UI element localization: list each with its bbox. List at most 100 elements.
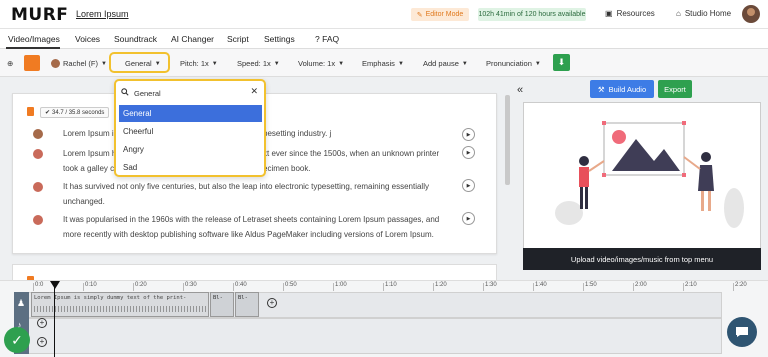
voice-avatar-icon[interactable] bbox=[33, 182, 43, 192]
hammer-icon: ⚒ bbox=[597, 84, 605, 94]
add-clip-icon[interactable]: + bbox=[267, 298, 277, 308]
chevron-down-icon: ▼ bbox=[397, 60, 404, 67]
upload-illustration bbox=[555, 121, 744, 228]
studio-home-link[interactable]: ⌂ Studio Home bbox=[676, 9, 731, 18]
style-option-sad[interactable]: Sad bbox=[123, 163, 137, 172]
add-pause-select[interactable]: Add pause ▼ bbox=[423, 59, 468, 68]
script-line[interactable]: took a galley c bbox=[63, 161, 114, 177]
voice-avatar-icon[interactable] bbox=[33, 129, 43, 139]
chat-icon[interactable] bbox=[727, 317, 757, 347]
voice-select[interactable]: Rachel (F) ▼ bbox=[51, 59, 107, 68]
style-search[interactable]: General ✕ bbox=[121, 85, 261, 101]
check-icon[interactable]: ✓ bbox=[4, 327, 30, 353]
script-line[interactable]: more recently with desktop publishing so… bbox=[63, 227, 434, 243]
tab-soundtrack[interactable]: Soundtrack bbox=[114, 34, 157, 44]
add-track-icon[interactable]: + bbox=[37, 337, 47, 347]
voice-clip[interactable]: Lorem Ipsum is simply dummy text of the … bbox=[31, 292, 209, 317]
tab-video-images[interactable]: Video/Images bbox=[8, 34, 60, 44]
timeline-tick-label: 0:0 bbox=[35, 282, 44, 288]
play-icon[interactable]: ▶ bbox=[462, 146, 475, 159]
play-icon[interactable]: ▶ bbox=[462, 212, 475, 225]
tab-settings[interactable]: Settings bbox=[264, 34, 295, 44]
chevron-down-icon: ▼ bbox=[101, 60, 107, 67]
editor-mode-label: Editor Mode bbox=[425, 11, 464, 18]
add-block-icon[interactable]: ⊕ bbox=[7, 59, 13, 68]
timeline-tick-mark bbox=[183, 283, 184, 291]
pencil-icon: ✎ bbox=[416, 11, 423, 19]
search-icon bbox=[121, 88, 129, 98]
style-option-angry[interactable]: Angry bbox=[123, 145, 144, 154]
voice-avatar-icon[interactable] bbox=[33, 149, 43, 159]
voice-clip[interactable]: Bl- bbox=[210, 292, 234, 317]
project-title[interactable]: Lorem Ipsum bbox=[76, 9, 129, 19]
export-button[interactable]: Export bbox=[658, 80, 692, 98]
user-avatar[interactable] bbox=[742, 5, 760, 23]
script-line-tail[interactable]: xt ever since the 1500s, when an unknown… bbox=[263, 146, 439, 162]
download-button[interactable]: ⬇ bbox=[553, 54, 570, 71]
timeline-tick-label: 0:30 bbox=[185, 282, 197, 288]
volume-select[interactable]: Volume: 1x ▼ bbox=[298, 59, 344, 68]
script-line-tail[interactable]: pesetting industry. j bbox=[263, 126, 331, 142]
play-icon[interactable]: ▶ bbox=[462, 179, 475, 192]
chevron-down-icon: ▼ bbox=[534, 60, 541, 67]
voice-avatar-icon bbox=[51, 59, 60, 68]
collapse-panel-icon[interactable]: « bbox=[517, 84, 523, 96]
question-icon: ? bbox=[315, 34, 320, 44]
timeline-tick-mark bbox=[483, 283, 484, 291]
emphasis-label: Emphasis bbox=[362, 59, 395, 68]
timeline-tick-mark bbox=[533, 283, 534, 291]
playhead-handle[interactable] bbox=[50, 281, 60, 289]
timeline-tick-mark bbox=[383, 283, 384, 291]
timeline-tick-label: 0:10 bbox=[85, 282, 97, 288]
script-line[interactable]: Lorem Ipsum i bbox=[63, 126, 114, 142]
chevron-down-icon: ▼ bbox=[461, 60, 468, 67]
timeline-tick-label: 2:20 bbox=[735, 282, 747, 288]
emphasis-select[interactable]: Emphasis ▼ bbox=[362, 59, 404, 68]
timeline-tick-label: 1:40 bbox=[535, 282, 547, 288]
build-audio-label: Build Audio bbox=[608, 84, 647, 94]
close-icon[interactable]: ✕ bbox=[250, 86, 258, 97]
script-line[interactable]: Lorem Ipsum h bbox=[63, 146, 116, 162]
playhead[interactable] bbox=[54, 281, 55, 357]
resources-label: Resources bbox=[616, 9, 655, 18]
script-line[interactable]: unchanged. bbox=[63, 194, 105, 210]
delete-block-button[interactable] bbox=[24, 55, 40, 71]
tab-script[interactable]: Script bbox=[227, 34, 249, 44]
script-line-tail[interactable]: ecimen book. bbox=[263, 161, 311, 177]
timeline-tick-mark bbox=[633, 283, 634, 291]
script-line[interactable]: It was popularised in the 1960s with the… bbox=[63, 212, 439, 228]
timeline-tick-label: 0:20 bbox=[135, 282, 147, 288]
home-icon: ⌂ bbox=[676, 9, 681, 18]
chevron-down-icon: ▼ bbox=[273, 60, 280, 67]
resources-link[interactable]: ▣ Resources bbox=[605, 9, 655, 18]
resources-icon: ▣ bbox=[605, 9, 613, 18]
chevron-down-icon: ▼ bbox=[338, 60, 345, 67]
voice-clip[interactable]: Bl- bbox=[235, 292, 259, 317]
timeline-tick-label: 1:50 bbox=[585, 282, 597, 288]
tab-faq[interactable]: ? FAQ bbox=[315, 34, 339, 44]
timeline-tick-label: 1:10 bbox=[385, 282, 397, 288]
voice-label: Rachel (F) bbox=[63, 59, 99, 68]
pronunciation-select[interactable]: Pronunciation ▼ bbox=[486, 59, 541, 68]
block-delete-icon[interactable] bbox=[27, 107, 34, 116]
timeline-tick-mark bbox=[33, 283, 34, 291]
pitch-select[interactable]: Pitch: 1x ▼ bbox=[180, 59, 218, 68]
build-audio-button[interactable]: ⚒ Build Audio bbox=[590, 80, 654, 98]
style-option-general[interactable]: General bbox=[119, 105, 262, 122]
script-scrollbar[interactable] bbox=[505, 95, 510, 185]
editor-mode-badge[interactable]: ✎ Editor Mode bbox=[411, 8, 469, 21]
style-option-cheerful[interactable]: Cheerful bbox=[123, 127, 153, 136]
voice-avatar-icon[interactable] bbox=[33, 215, 43, 225]
script-line[interactable]: It has survived not only five centuries,… bbox=[63, 179, 429, 195]
speed-select[interactable]: Speed: 1x ▼ bbox=[237, 59, 280, 68]
add-pause-label: Add pause bbox=[423, 59, 459, 68]
play-icon[interactable]: ▶ bbox=[462, 128, 475, 141]
style-search-input[interactable]: General bbox=[134, 89, 161, 98]
add-track-icon[interactable]: + bbox=[37, 318, 47, 328]
duration-badge: ✔ 34.7 / 35.8 seconds bbox=[40, 107, 110, 118]
speed-label: Speed: 1x bbox=[237, 59, 271, 68]
murf-logo[interactable]: MURF bbox=[11, 5, 68, 25]
pitch-label: Pitch: 1x bbox=[180, 59, 209, 68]
tab-voices[interactable]: Voices bbox=[75, 34, 100, 44]
tab-ai-changer[interactable]: AI Changer bbox=[171, 34, 214, 44]
